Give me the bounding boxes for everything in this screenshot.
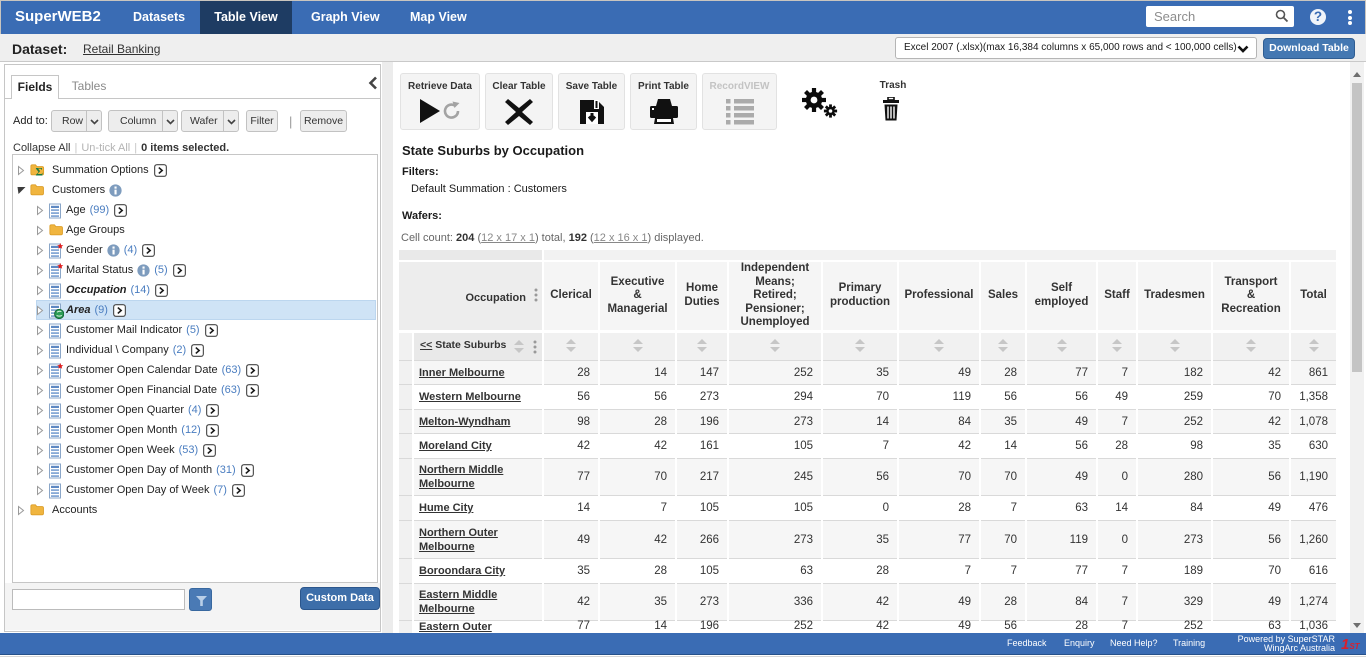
svg-text:Σ: Σ <box>35 166 43 177</box>
